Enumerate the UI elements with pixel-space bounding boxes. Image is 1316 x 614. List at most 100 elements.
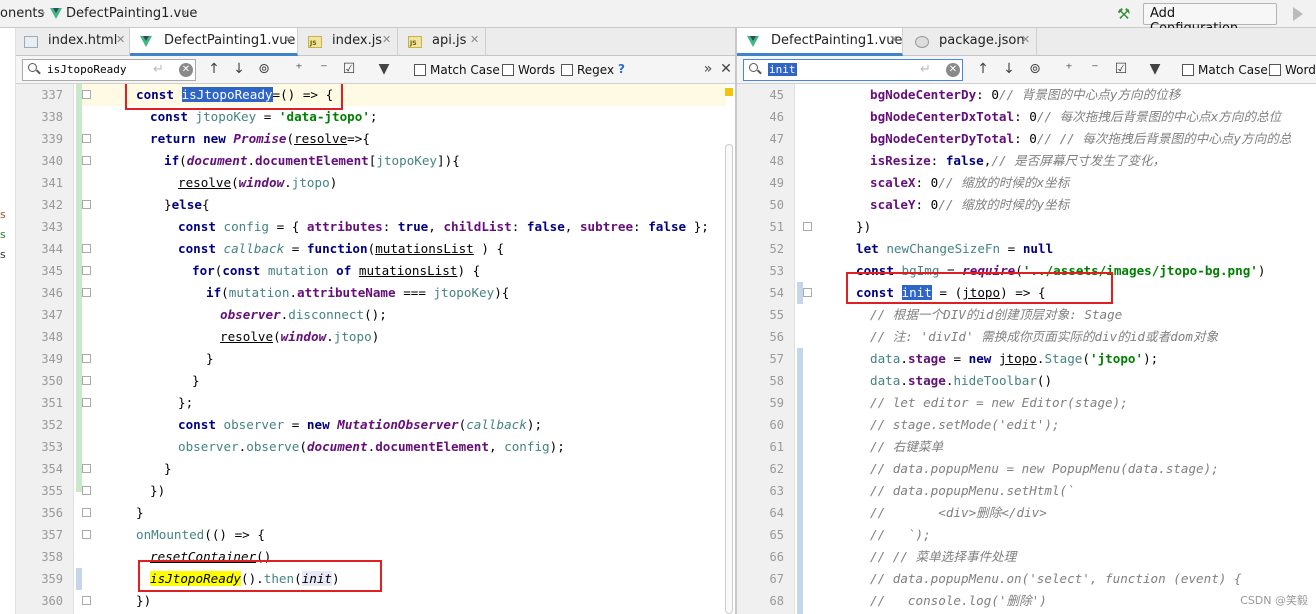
breadcrumb-item[interactable]: onents <box>0 6 44 21</box>
match-case-checkbox[interactable]: Match Case <box>1182 63 1268 77</box>
filter-icon[interactable]: ▼ <box>1147 61 1163 77</box>
code-token: mutation <box>228 285 290 300</box>
match-case-label: Match Case <box>430 63 500 77</box>
tab-package-json[interactable]: package.json ✕ <box>903 28 1037 56</box>
code-token: 0 <box>1029 131 1037 146</box>
code-token: const <box>222 263 268 278</box>
line-number: 353 <box>41 440 63 454</box>
tab-api-js[interactable]: api.js ✕ <box>398 28 486 56</box>
code-token: 0 <box>991 87 999 102</box>
checkbox-box <box>414 64 426 76</box>
line-number: 55 <box>769 308 784 322</box>
code-token: // data.popupMenu.on('select', function … <box>870 571 1242 586</box>
regex-help-icon[interactable]: ? <box>618 62 625 76</box>
tab-index-js[interactable]: index.js ✕ <box>298 28 398 56</box>
line-number: 61 <box>769 440 784 454</box>
add-selection-icon[interactable]: ⁺ <box>291 61 307 77</box>
code-line: }else{ <box>164 194 210 216</box>
code-content[interactable]: const isJtopoReady=() => {const jtopoKey… <box>82 84 722 614</box>
code-token: = <box>256 109 279 124</box>
code-token: }; <box>178 395 194 410</box>
expand-icon[interactable]: » <box>700 61 716 77</box>
words-checkbox[interactable]: Words <box>1269 63 1316 77</box>
fold-marker-icon[interactable] <box>82 244 91 253</box>
code-token: 'jtopo' <box>1089 351 1144 366</box>
filter-icon[interactable]: ▼ <box>376 61 392 77</box>
clear-search-icon[interactable]: ✕ <box>946 63 960 77</box>
previous-occurrence-icon[interactable]: ↑ <box>206 61 222 77</box>
fold-marker-icon[interactable] <box>82 464 91 473</box>
clear-search-icon[interactable]: ✕ <box>179 63 193 77</box>
tab-defectpainting1-vue[interactable]: DefectPainting1.vue ✕ <box>737 28 903 56</box>
fold-marker-icon[interactable] <box>82 288 91 297</box>
code-token: : <box>1014 109 1030 124</box>
close-icon[interactable]: ✕ <box>284 33 293 46</box>
add-configuration-button[interactable]: Add Configuration... <box>1143 3 1277 36</box>
fold-marker-icon[interactable] <box>82 530 91 539</box>
breadcrumb-item[interactable]: DefectPainting1.vue <box>66 6 197 21</box>
line-number: 65 <box>769 528 784 542</box>
code-content[interactable]: bgNodeCenterDy: 0// 背景图的中心点y方向的位移 bgNodeC… <box>856 84 1316 614</box>
next-occurrence-icon[interactable]: ↓ <box>1001 61 1017 77</box>
fold-marker-icon[interactable] <box>803 288 812 297</box>
find-all-icon[interactable]: ⊚ <box>1027 61 1043 77</box>
navigation-bar: onents › DefectPainting1.vue › ⚒ Add Con… <box>0 0 1316 36</box>
line-number-gutter: 337 338 339 340 341 342 343 344 345 346 347 348 349 3… <box>16 84 74 614</box>
code-token: // stage.setMode('edit'); <box>870 417 1060 432</box>
close-find-icon[interactable]: ✕ <box>718 61 734 77</box>
build-hammer-icon[interactable]: ⚒ <box>1117 5 1133 23</box>
close-icon[interactable]: ✕ <box>1021 33 1030 46</box>
fold-marker-icon[interactable] <box>82 376 91 385</box>
code-token: ) <box>1257 263 1266 278</box>
code-token: : <box>511 219 527 234</box>
close-icon[interactable]: ✕ <box>889 33 898 46</box>
fold-marker-icon[interactable] <box>82 156 91 165</box>
tab-index-html[interactable]: index.html ✕ <box>16 28 130 56</box>
close-icon[interactable]: ✕ <box>116 33 125 46</box>
code-token: 0 <box>1029 109 1037 124</box>
select-all-occurrences-icon[interactable]: ☑ <box>341 61 357 77</box>
add-selection-icon[interactable]: ⁺ <box>1061 61 1077 77</box>
fold-marker-icon[interactable] <box>82 486 91 495</box>
tab-defectpainting1-vue[interactable]: DefectPainting1.vue ✕ <box>130 28 298 56</box>
next-occurrence-icon[interactable]: ↓ <box>231 61 247 77</box>
code-token: hideToolbar <box>953 373 1037 388</box>
close-icon[interactable]: ✕ <box>470 33 479 46</box>
code-token: // let editor = new Editor(stage); <box>870 395 1128 410</box>
fold-marker-icon[interactable] <box>803 222 812 231</box>
fold-marker-icon[interactable] <box>82 508 91 517</box>
search-input[interactable]: isJtopoReady ↵ ✕ <box>22 59 196 81</box>
remove-selection-icon[interactable]: ⁻ <box>316 61 332 77</box>
fold-marker-icon[interactable] <box>82 90 91 99</box>
code-token: Stage <box>1044 351 1083 366</box>
vue-file-icon <box>747 36 759 47</box>
code-token: bgNodeCenterDy <box>870 87 977 102</box>
regex-checkbox[interactable]: Regex <box>561 63 614 77</box>
words-checkbox[interactable]: Words <box>502 63 555 77</box>
find-all-icon[interactable]: ⊚ <box>256 61 272 77</box>
code-editor[interactable]: 45 46 47 48 49 50 51 52 53 54 55 56 57 58 59 60 61 62 63 64… <box>737 84 1316 614</box>
code-line: const observer = new MutationObserver(ca… <box>178 414 542 436</box>
project-panel-strip[interactable]: s s s <box>0 28 16 614</box>
run-icon[interactable] <box>1293 7 1303 21</box>
fold-marker-icon[interactable] <box>82 596 91 605</box>
fold-marker-icon[interactable] <box>82 398 91 407</box>
scrollbar-thumb[interactable] <box>725 144 733 614</box>
search-input[interactable]: init ↵ ✕ <box>743 59 963 81</box>
close-icon[interactable]: ✕ <box>382 33 391 46</box>
code-token: else <box>171 197 202 212</box>
scroll-marker-strip[interactable] <box>723 84 735 614</box>
match-case-checkbox[interactable]: Match Case <box>414 63 500 77</box>
code-line: } <box>192 370 200 392</box>
fold-marker-icon[interactable] <box>82 134 91 143</box>
code-editor[interactable]: 337 338 339 340 341 342 343 344 345 346 347 348 349 3… <box>16 84 735 614</box>
fold-marker-icon[interactable] <box>82 200 91 209</box>
fold-marker-icon[interactable] <box>82 354 91 363</box>
fold-marker-icon[interactable] <box>82 266 91 275</box>
select-all-occurrences-icon[interactable]: ☑ <box>1113 61 1129 77</box>
remove-selection-icon[interactable]: ⁻ <box>1087 61 1103 77</box>
search-value: isJtopoReady <box>47 63 127 76</box>
warning-marker[interactable] <box>725 88 733 96</box>
previous-occurrence-icon[interactable]: ↑ <box>975 61 991 77</box>
